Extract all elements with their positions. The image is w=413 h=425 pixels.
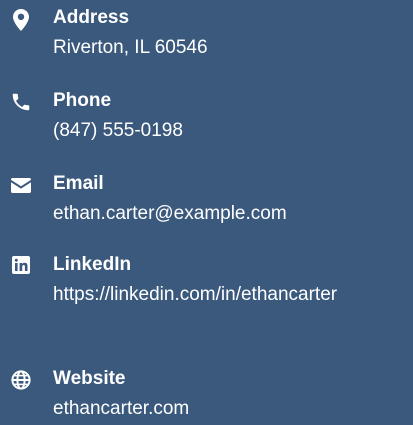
address-label: Address: [53, 7, 130, 28]
linkedin-link[interactable]: https://linkedin.com/in/ethancarter: [53, 279, 408, 311]
address-value: Riverton, IL 60546: [53, 37, 208, 58]
phone-link[interactable]: (847) 555-0198: [53, 115, 408, 147]
phone-icon: [9, 90, 33, 114]
website-label: Website: [53, 368, 126, 389]
linkedin-label: LinkedIn: [53, 254, 132, 275]
envelope-icon: [9, 173, 33, 197]
map-marker-icon: [9, 8, 33, 32]
email-label: Email: [53, 173, 104, 194]
linkedin-icon: [9, 253, 33, 277]
phone-label: Phone: [53, 90, 112, 111]
globe-icon: [9, 368, 33, 392]
website-link[interactable]: ethancarter.com: [53, 393, 408, 425]
email-link[interactable]: ethan.carter@example.com: [53, 198, 408, 230]
